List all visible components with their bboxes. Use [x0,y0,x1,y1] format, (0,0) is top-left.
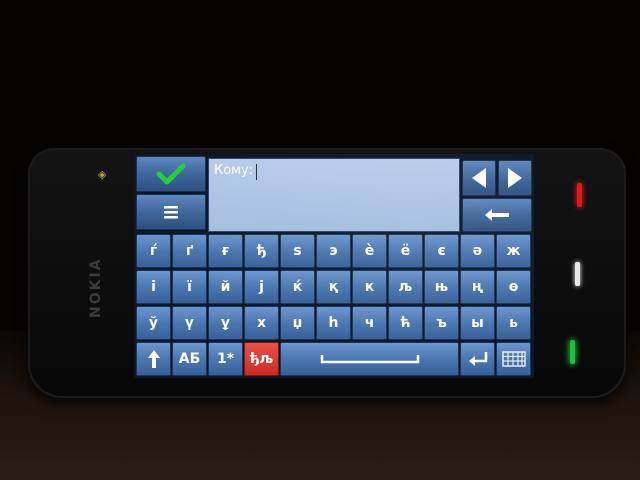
key[interactable]: ј [244,270,279,304]
enter-key[interactable] [460,342,495,376]
cursor-left-button[interactable] [462,160,496,196]
key[interactable]: ә [460,234,495,268]
key[interactable]: ы [460,306,495,340]
key[interactable]: ң [460,270,495,304]
key[interactable]: љ [388,270,423,304]
brand-logo: NOKIA [88,257,104,318]
special-chars-key[interactable]: ђљ [244,342,279,376]
space-key[interactable] [280,342,459,376]
key[interactable]: ь [496,306,531,340]
virtual-keyboard: ѓ ґ ғ ђ ѕ э è ё є ә ж і ї й ј ќ қ к љ њ … [134,234,534,378]
key[interactable]: ё [388,234,423,268]
key[interactable]: х [244,306,279,340]
case-toggle-key[interactable]: АБ [172,342,207,376]
cursor-right-button[interactable] [498,160,532,196]
key[interactable]: к [352,270,387,304]
arrow-right-icon [508,168,522,188]
key[interactable]: ѕ [280,234,315,268]
call-led[interactable] [570,340,575,364]
key[interactable]: è [352,234,387,268]
key[interactable]: ъ [424,306,459,340]
recipient-field[interactable]: Кому: [208,158,460,232]
shift-arrow-icon [147,350,160,368]
power-led[interactable] [577,183,582,207]
key[interactable]: э [316,234,351,268]
arrow-left-icon [472,168,486,188]
key[interactable]: қ [316,270,351,304]
shift-key[interactable] [136,342,171,376]
check-icon [156,163,186,185]
key[interactable]: ғ [208,234,243,268]
key[interactable]: ќ [280,270,315,304]
key[interactable]: ѓ [136,234,171,268]
key[interactable]: ж [496,234,531,268]
recipient-label: Кому: [214,163,254,178]
space-bar-icon [320,355,419,364]
key[interactable]: ұ [208,306,243,340]
menu-key-icon[interactable]: ◈ [98,168,106,181]
key[interactable]: ґ [172,234,207,268]
enter-icon [468,352,487,366]
keyboard-layout-key[interactable] [496,342,531,376]
menu-icon [164,206,178,219]
keyboard-icon [501,351,526,367]
key[interactable]: ў [136,306,171,340]
text-cursor [256,164,257,180]
key[interactable]: ү [172,306,207,340]
key[interactable]: ћ [388,306,423,340]
key[interactable]: й [208,270,243,304]
numbers-key[interactable]: 1* [208,342,243,376]
key[interactable]: њ [424,270,459,304]
backspace-icon [485,209,509,221]
key[interactable]: і [136,270,171,304]
accept-button[interactable] [136,156,206,192]
key[interactable]: є [424,234,459,268]
backspace-button[interactable] [462,198,532,232]
key[interactable]: ї [172,270,207,304]
key[interactable]: ч [352,306,387,340]
key[interactable]: џ [280,306,315,340]
key[interactable]: ђ [244,234,279,268]
options-menu-button[interactable] [136,194,206,230]
touch-screen: Кому: ѓ ґ ғ ђ ѕ э è ё є ә ж і ї й ј ќ қ … [134,154,534,378]
key[interactable]: һ [316,306,351,340]
status-led [575,262,580,286]
key[interactable]: ө [496,270,531,304]
